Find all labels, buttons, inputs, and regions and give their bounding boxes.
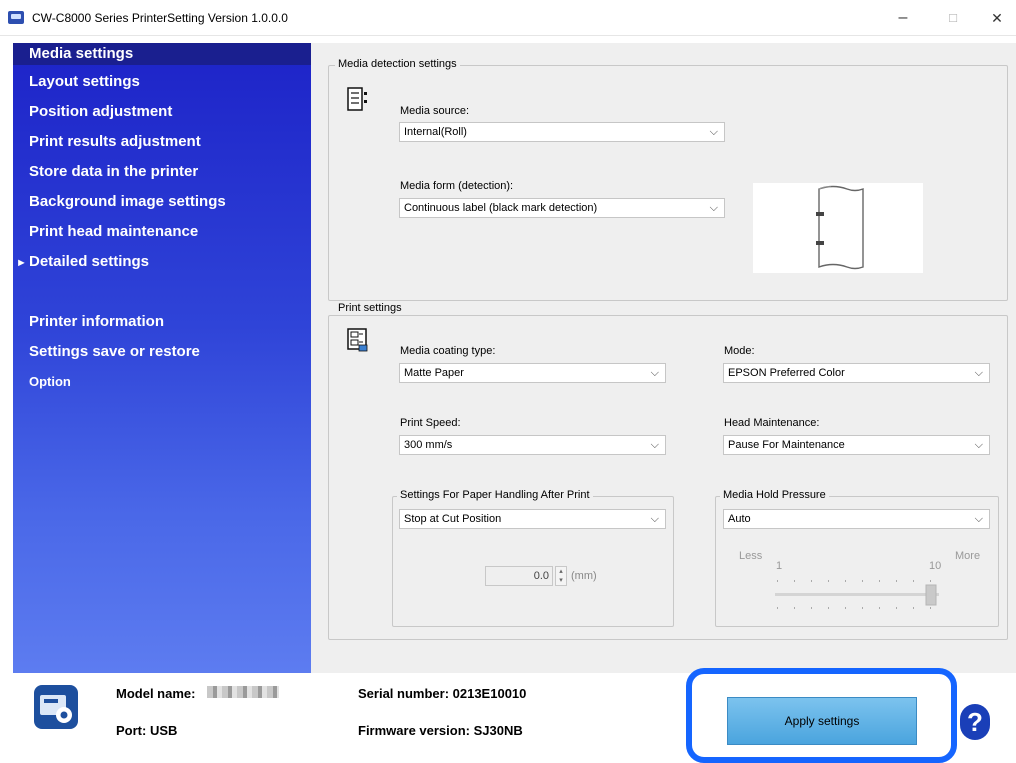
slider-ticks-bottom xyxy=(777,607,931,609)
media-form-label: Media form (detection): xyxy=(400,180,514,192)
media-hold-pressure-slider[interactable] xyxy=(771,575,946,615)
slider-more-label: More xyxy=(955,550,981,562)
print-settings-legend: Print settings xyxy=(335,302,405,314)
print-speed-label: Print Speed: xyxy=(400,417,461,429)
print-speed-value: 300 mm/s xyxy=(404,439,453,451)
paper-handling-value: Stop at Cut Position xyxy=(404,513,502,525)
mode-value: EPSON Preferred Color xyxy=(728,367,845,379)
media-source-value: Internal(Roll) xyxy=(404,126,467,138)
paper-handling-legend: Settings For Paper Handling After Print xyxy=(397,489,593,501)
cut-offset-spinner[interactable]: ▴ ▾ xyxy=(555,566,567,586)
slider-thumb[interactable] xyxy=(925,584,937,606)
sidebar-item-media-settings[interactable]: Media settings xyxy=(13,43,311,65)
chevron-down-icon: ⌵ xyxy=(709,126,718,138)
sidebar-item-print-head-maintenance[interactable]: Print head maintenance xyxy=(29,223,198,240)
sidebar-item-printer-information[interactable]: Printer information xyxy=(29,313,164,330)
media-hold-pressure-select[interactable]: Auto ⌵ xyxy=(723,509,990,529)
chevron-down-icon: ⌵ xyxy=(974,513,983,525)
sidebar-item-option[interactable]: Option xyxy=(29,374,71,389)
sidebar-item-layout-settings[interactable]: Layout settings xyxy=(29,73,140,90)
continuous-label-preview-image xyxy=(816,185,864,270)
expand-arrow-icon: ► xyxy=(16,257,27,269)
head-maintenance-value: Pause For Maintenance xyxy=(728,439,845,451)
slider-min-label: 1 xyxy=(776,560,783,572)
chevron-down-icon: ⌵ xyxy=(650,439,659,451)
media-source-label: Media source: xyxy=(400,105,470,117)
app-icon xyxy=(8,11,24,24)
slider-max-label: 10 xyxy=(929,560,942,572)
media-form-preview xyxy=(753,183,923,273)
cut-offset-input[interactable]: 0.0 xyxy=(485,566,553,586)
paper-handling-select[interactable]: Stop at Cut Position ⌵ xyxy=(399,509,666,529)
slider-ticks-top xyxy=(777,580,931,582)
media-form-value: Continuous label (black mark detection) xyxy=(404,202,598,214)
maximize-button[interactable]: □ xyxy=(938,8,968,28)
sidebar-item-position-adjustment[interactable]: Position adjustment xyxy=(29,103,172,120)
chevron-down-icon: ⌵ xyxy=(974,439,983,451)
printer-settings-icon xyxy=(34,685,78,729)
chevron-down-icon: ⌵ xyxy=(650,513,659,525)
head-maintenance-label: Head Maintenance: xyxy=(724,417,820,429)
media-source-select[interactable]: Internal(Roll) ⌵ xyxy=(399,122,725,142)
cut-offset-value: 0.0 xyxy=(533,570,549,582)
coating-type-value: Matte Paper xyxy=(404,367,464,379)
serial-number-label: Serial number: 0213E10010 xyxy=(358,686,527,701)
sidebar-item-settings-save-restore[interactable]: Settings save or restore xyxy=(29,343,200,360)
firmware-version-label: Firmware version: SJ30NB xyxy=(358,723,523,738)
head-maintenance-select[interactable]: Pause For Maintenance ⌵ xyxy=(723,435,990,455)
mode-select[interactable]: EPSON Preferred Color ⌵ xyxy=(723,363,990,383)
print-settings-icon xyxy=(347,328,368,352)
close-button[interactable]: ✕ xyxy=(982,8,1012,28)
model-name-label: Model name: xyxy=(116,686,196,701)
coating-type-select[interactable]: Matte Paper ⌵ xyxy=(399,363,666,383)
coating-type-label: Media coating type: xyxy=(400,345,496,357)
media-hold-pressure-legend: Media Hold Pressure xyxy=(720,489,829,501)
slider-less-label: Less xyxy=(739,550,763,562)
apply-settings-button[interactable]: Apply settings xyxy=(727,697,917,745)
cut-offset-unit: (mm) xyxy=(571,570,597,582)
title-bar: CW-C8000 Series PrinterSetting Version 1… xyxy=(0,0,1016,36)
print-speed-select[interactable]: 300 mm/s ⌵ xyxy=(399,435,666,455)
window-title: CW-C8000 Series PrinterSetting Version 1… xyxy=(32,11,288,25)
chevron-down-icon: ⌵ xyxy=(650,367,659,379)
sidebar-nav: Media settings Layout settings Position … xyxy=(13,43,311,673)
media-detection-legend: Media detection settings xyxy=(335,58,460,70)
media-hold-pressure-value: Auto xyxy=(728,513,751,525)
chevron-down-icon: ⌵ xyxy=(709,202,718,214)
media-source-icon xyxy=(347,87,367,111)
chevron-down-icon: ⌵ xyxy=(974,367,983,379)
mode-label: Mode: xyxy=(724,345,755,357)
sidebar-item-background-image[interactable]: Background image settings xyxy=(29,193,226,210)
main-panel: Media detection settings Media source: I… xyxy=(311,43,1016,673)
sidebar-item-detailed-settings[interactable]: Detailed settings xyxy=(29,253,149,270)
port-label: Port: USB xyxy=(116,723,178,738)
minimize-button[interactable]: – xyxy=(888,8,918,28)
help-icon[interactable]: ? xyxy=(960,704,990,740)
sidebar-item-print-results-adjustment[interactable]: Print results adjustment xyxy=(29,133,201,150)
media-form-select[interactable]: Continuous label (black mark detection) … xyxy=(399,198,725,218)
model-name-redacted xyxy=(207,686,279,698)
sidebar-item-store-data[interactable]: Store data in the printer xyxy=(29,163,198,180)
